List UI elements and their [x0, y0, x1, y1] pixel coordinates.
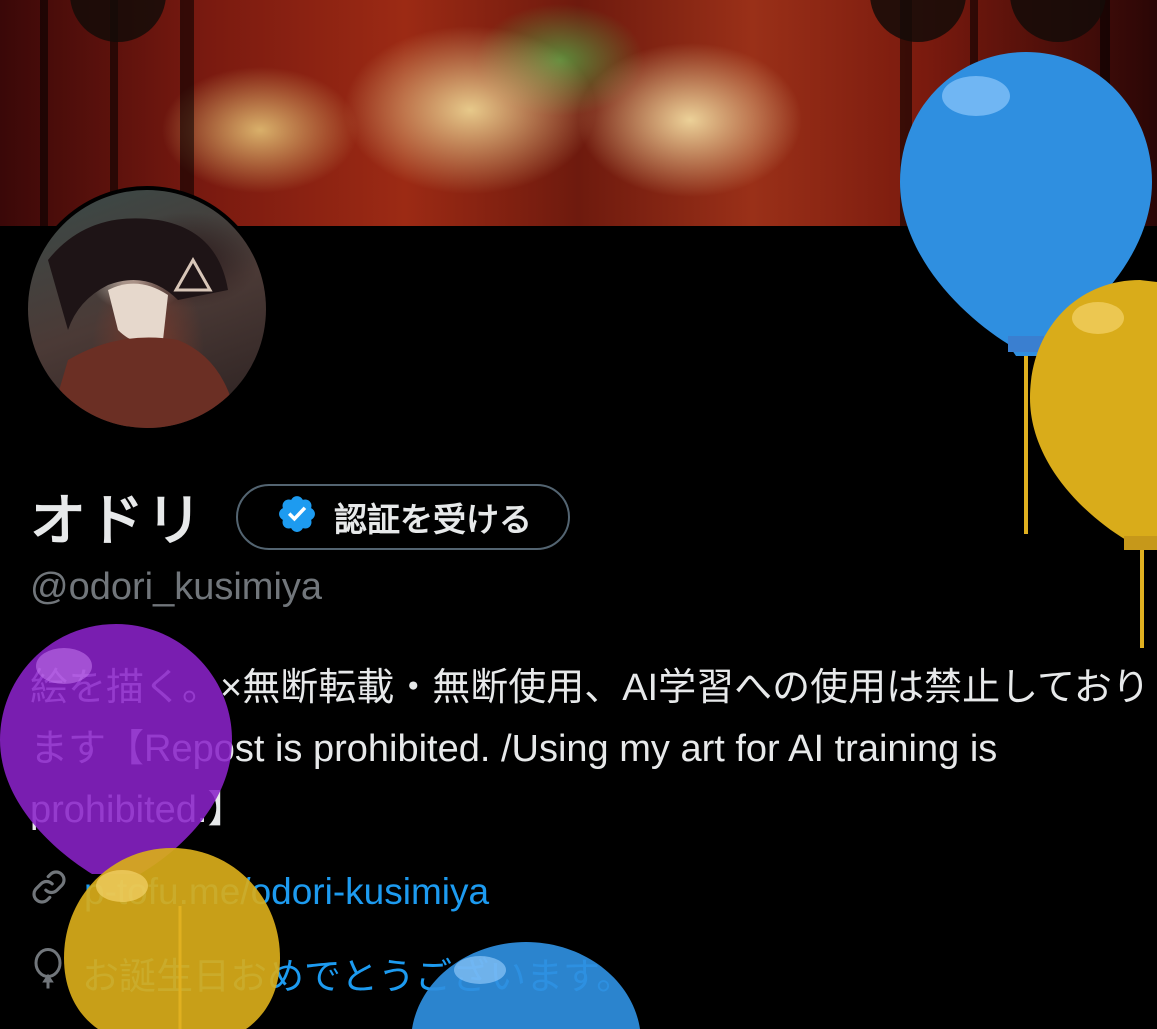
user-handle: @odori_kusimiya [30, 566, 323, 608]
yellow-balloon-right [1030, 280, 1157, 648]
verified-badge-icon [276, 493, 318, 540]
profile-bio: 絵を描く。×無断転載・無断使用、AI学習への使用は禁止しております【Repost… [30, 667, 1150, 831]
website-row: p-tofu.me/odori-kusimiya [30, 868, 489, 915]
balloon-icon [30, 947, 66, 999]
link-icon [30, 868, 68, 915]
birthday-message: お誕生日おめでとうございます。 [82, 956, 634, 997]
birthday-row: お誕生日おめでとうございます。 [30, 946, 633, 1000]
get-verified-label: 認証を受ける [334, 500, 532, 538]
get-verified-button[interactable]: 認証を受ける [236, 483, 570, 550]
avatar[interactable] [24, 186, 270, 432]
display-name: オドリ [30, 489, 204, 552]
avatar-image [28, 190, 266, 428]
website-link[interactable]: p-tofu.me/odori-kusimiya [84, 871, 489, 913]
